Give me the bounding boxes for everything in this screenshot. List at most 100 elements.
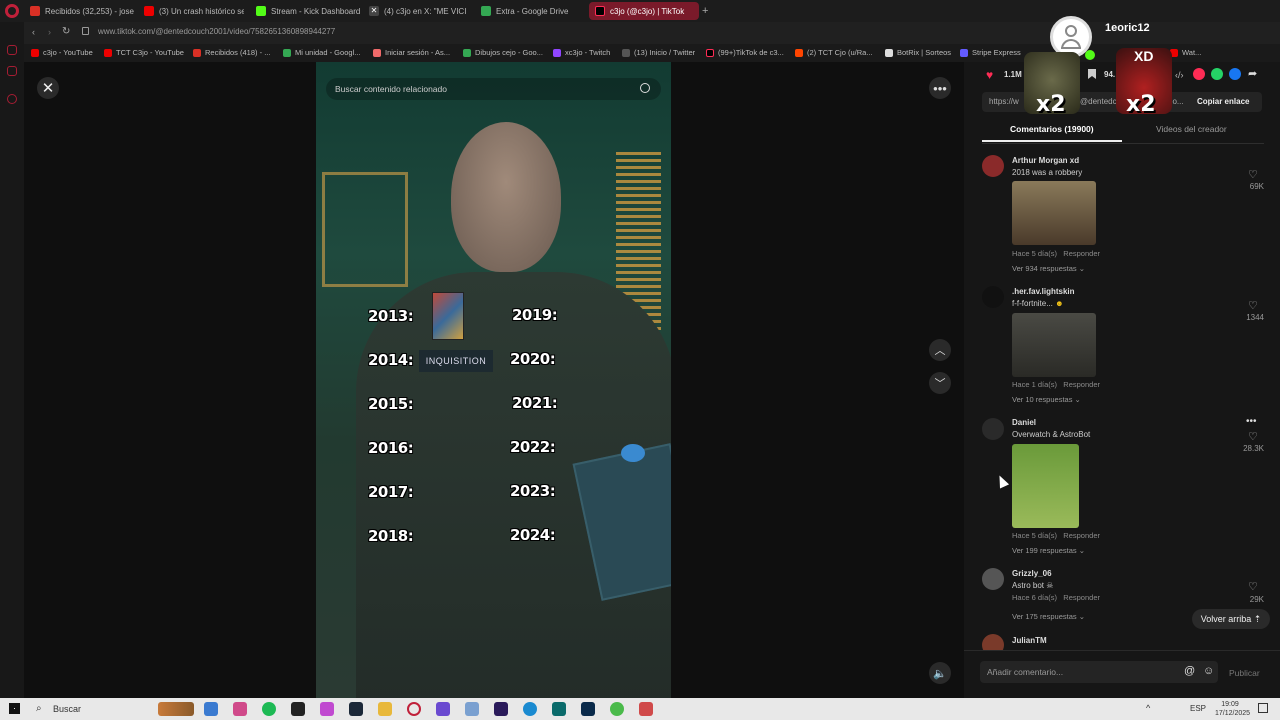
opera-taskbar-icon[interactable] (407, 702, 421, 716)
reply-button[interactable]: Responder (1063, 380, 1100, 389)
taskbar-app-icon[interactable] (436, 702, 450, 716)
facebook-icon[interactable] (1229, 68, 1241, 80)
taskbar-app-icon[interactable] (552, 702, 566, 716)
taskbar-search[interactable]: Buscar (53, 704, 81, 714)
comment-username[interactable]: Daniel (1012, 418, 1036, 427)
bookmark-item[interactable]: c3jo - YouTube (31, 48, 93, 57)
comment-username[interactable]: .her.fav.lightskin (1012, 287, 1075, 296)
back-to-top-button[interactable]: Volver arriba ⇡ (1192, 609, 1270, 629)
avatar[interactable] (982, 155, 1004, 177)
bookmark-item[interactable]: (2) TCT Cjo (u/Ra... (795, 48, 873, 57)
forward-icon[interactable]: › (48, 27, 51, 37)
reload-icon[interactable]: ↻ (62, 26, 70, 37)
bookmark-item[interactable]: Iniciar sesión - As... (373, 48, 450, 57)
next-video-button[interactable]: ﹀ (929, 372, 951, 394)
comment-image[interactable] (1012, 181, 1096, 245)
file-explorer-icon[interactable] (378, 702, 392, 716)
premiere-icon[interactable] (494, 702, 508, 716)
emoji-picker-icon[interactable]: ☺ (1203, 665, 1214, 677)
comment-username[interactable]: JulianTM (1012, 636, 1047, 645)
share-tiktok-icon[interactable] (1193, 68, 1205, 80)
clock[interactable]: 19:09 17/12/2025 (1215, 700, 1250, 718)
opera-logo-icon[interactable] (5, 4, 19, 18)
embed-icon[interactable]: ‹/› (1175, 70, 1184, 80)
taskbar-app-icon[interactable] (639, 702, 653, 716)
comment-like-icon[interactable]: ♡ (1248, 170, 1259, 181)
heart-icon[interactable]: ♥ (986, 68, 993, 82)
comment-like-icon[interactable]: ♡ (1248, 432, 1259, 443)
steam-icon[interactable] (349, 702, 363, 716)
reply-button[interactable]: Responder (1063, 531, 1100, 540)
sidebar-history-icon[interactable] (7, 94, 17, 104)
tab-comments[interactable]: Comentarios (19900) (1010, 124, 1094, 134)
comment-username[interactable]: Arthur Morgan xd (1012, 156, 1079, 165)
bookmark-item[interactable]: TCT C3jo - YouTube (104, 48, 184, 57)
comment-image[interactable] (1012, 313, 1096, 377)
tab-kick[interactable]: Stream - Kick Dashboard (256, 2, 366, 20)
spotify-icon[interactable] (262, 702, 276, 716)
whatsapp-icon[interactable] (1211, 68, 1223, 80)
reply-button[interactable]: Responder (1063, 593, 1100, 602)
youtube-icon (144, 6, 154, 16)
prev-video-button[interactable]: ︿ (929, 339, 951, 361)
bookmark-item[interactable]: xc3jo - Twitch (553, 48, 610, 57)
tab-x[interactable]: ✕ (4) c3jo en X: "ME VICI (369, 2, 474, 20)
bookmark-item[interactable]: Stripe Express (960, 48, 1021, 57)
taskbar-search-icon[interactable]: ⌕ (36, 703, 42, 714)
notifications-icon[interactable] (1258, 703, 1268, 713)
epic-games-icon[interactable] (291, 702, 305, 716)
avatar[interactable] (982, 286, 1004, 308)
avatar[interactable] (982, 418, 1004, 440)
new-tab-button[interactable]: + (702, 5, 708, 17)
url-field[interactable]: www.tiktok.com/@dentedcouch2001/video/75… (98, 27, 335, 36)
edge-icon[interactable] (523, 702, 537, 716)
sidebar-messenger-icon[interactable] (7, 45, 17, 55)
bookmark-item[interactable]: Mi unidad - Googl... (283, 48, 360, 57)
taskbar-app-icon[interactable] (204, 702, 218, 716)
video-player[interactable] (316, 62, 671, 698)
avatar[interactable] (982, 568, 1004, 590)
view-replies-button[interactable]: Ver 199 respuestas ⌄ (1012, 546, 1085, 555)
close-button[interactable]: ✕ (37, 77, 59, 99)
publish-button[interactable]: Publicar (1229, 668, 1260, 678)
tab-gmail[interactable]: Recibidos (32,253) - jose (30, 2, 135, 20)
more-options-button[interactable]: ••• (929, 77, 951, 99)
comment-like-icon[interactable]: ♡ (1248, 582, 1259, 593)
bookmark-item[interactable]: Dibujos cejo - Goo... (463, 48, 543, 57)
view-replies-button[interactable]: Ver 10 respuestas ⌄ (1012, 395, 1081, 404)
mention-icon[interactable]: @ (1184, 665, 1195, 677)
volume-button[interactable]: 🔈 (929, 662, 951, 684)
bookmark-item[interactable]: Recibidos (418) - ... (193, 48, 270, 57)
comment-username[interactable]: Grizzly_06 (1012, 569, 1052, 578)
tab-tiktok[interactable]: c3jo (@c3jo) | TikTok (589, 2, 699, 20)
comment-options-icon[interactable]: ••• (1246, 416, 1257, 427)
tab-drive[interactable]: Extra - Google Drive (481, 2, 586, 20)
bookmark-item[interactable]: BotRix | Sorteos (885, 48, 951, 57)
view-replies-button[interactable]: Ver 934 respuestas ⌄ (1012, 264, 1085, 273)
reply-button[interactable]: Responder (1063, 249, 1100, 258)
taskbar-widget-icon[interactable] (158, 702, 194, 716)
bookmark-item[interactable]: (99+)TikTok de c3... (706, 48, 784, 57)
sidebar-wallet-icon[interactable] (7, 66, 17, 76)
view-replies-button[interactable]: Ver 175 respuestas ⌄ (1012, 612, 1085, 621)
bookmark-item[interactable]: (13) Inicio / Twitter (622, 48, 695, 57)
windows-start-icon[interactable] (9, 703, 20, 714)
tab-creator-videos[interactable]: Videos del creador (1156, 124, 1227, 134)
copy-link-button[interactable]: Copiar enlace (1197, 97, 1249, 106)
bookmark-item[interactable]: Wat... (1170, 48, 1201, 57)
search-icon[interactable] (640, 83, 650, 93)
comment-like-icon[interactable]: ♡ (1248, 301, 1259, 312)
taskbar-app-icon[interactable] (465, 702, 479, 716)
language-indicator[interactable]: ESP (1190, 704, 1206, 713)
comment-image[interactable] (1012, 444, 1079, 528)
tab-youtube[interactable]: (3) Un crash histórico se (144, 2, 244, 20)
tray-chevron-icon[interactable]: ^ (1146, 703, 1150, 713)
back-icon[interactable]: ‹ (32, 27, 35, 37)
photoshop-icon[interactable] (581, 702, 595, 716)
taskbar-app-icon[interactable] (610, 702, 624, 716)
link-text[interactable]: https://w (989, 97, 1019, 106)
year-label: 2019: (512, 306, 558, 324)
taskbar-app-icon[interactable] (320, 702, 334, 716)
taskbar-app-icon[interactable] (233, 702, 247, 716)
share-arrow-icon[interactable]: ➦ (1248, 67, 1257, 80)
